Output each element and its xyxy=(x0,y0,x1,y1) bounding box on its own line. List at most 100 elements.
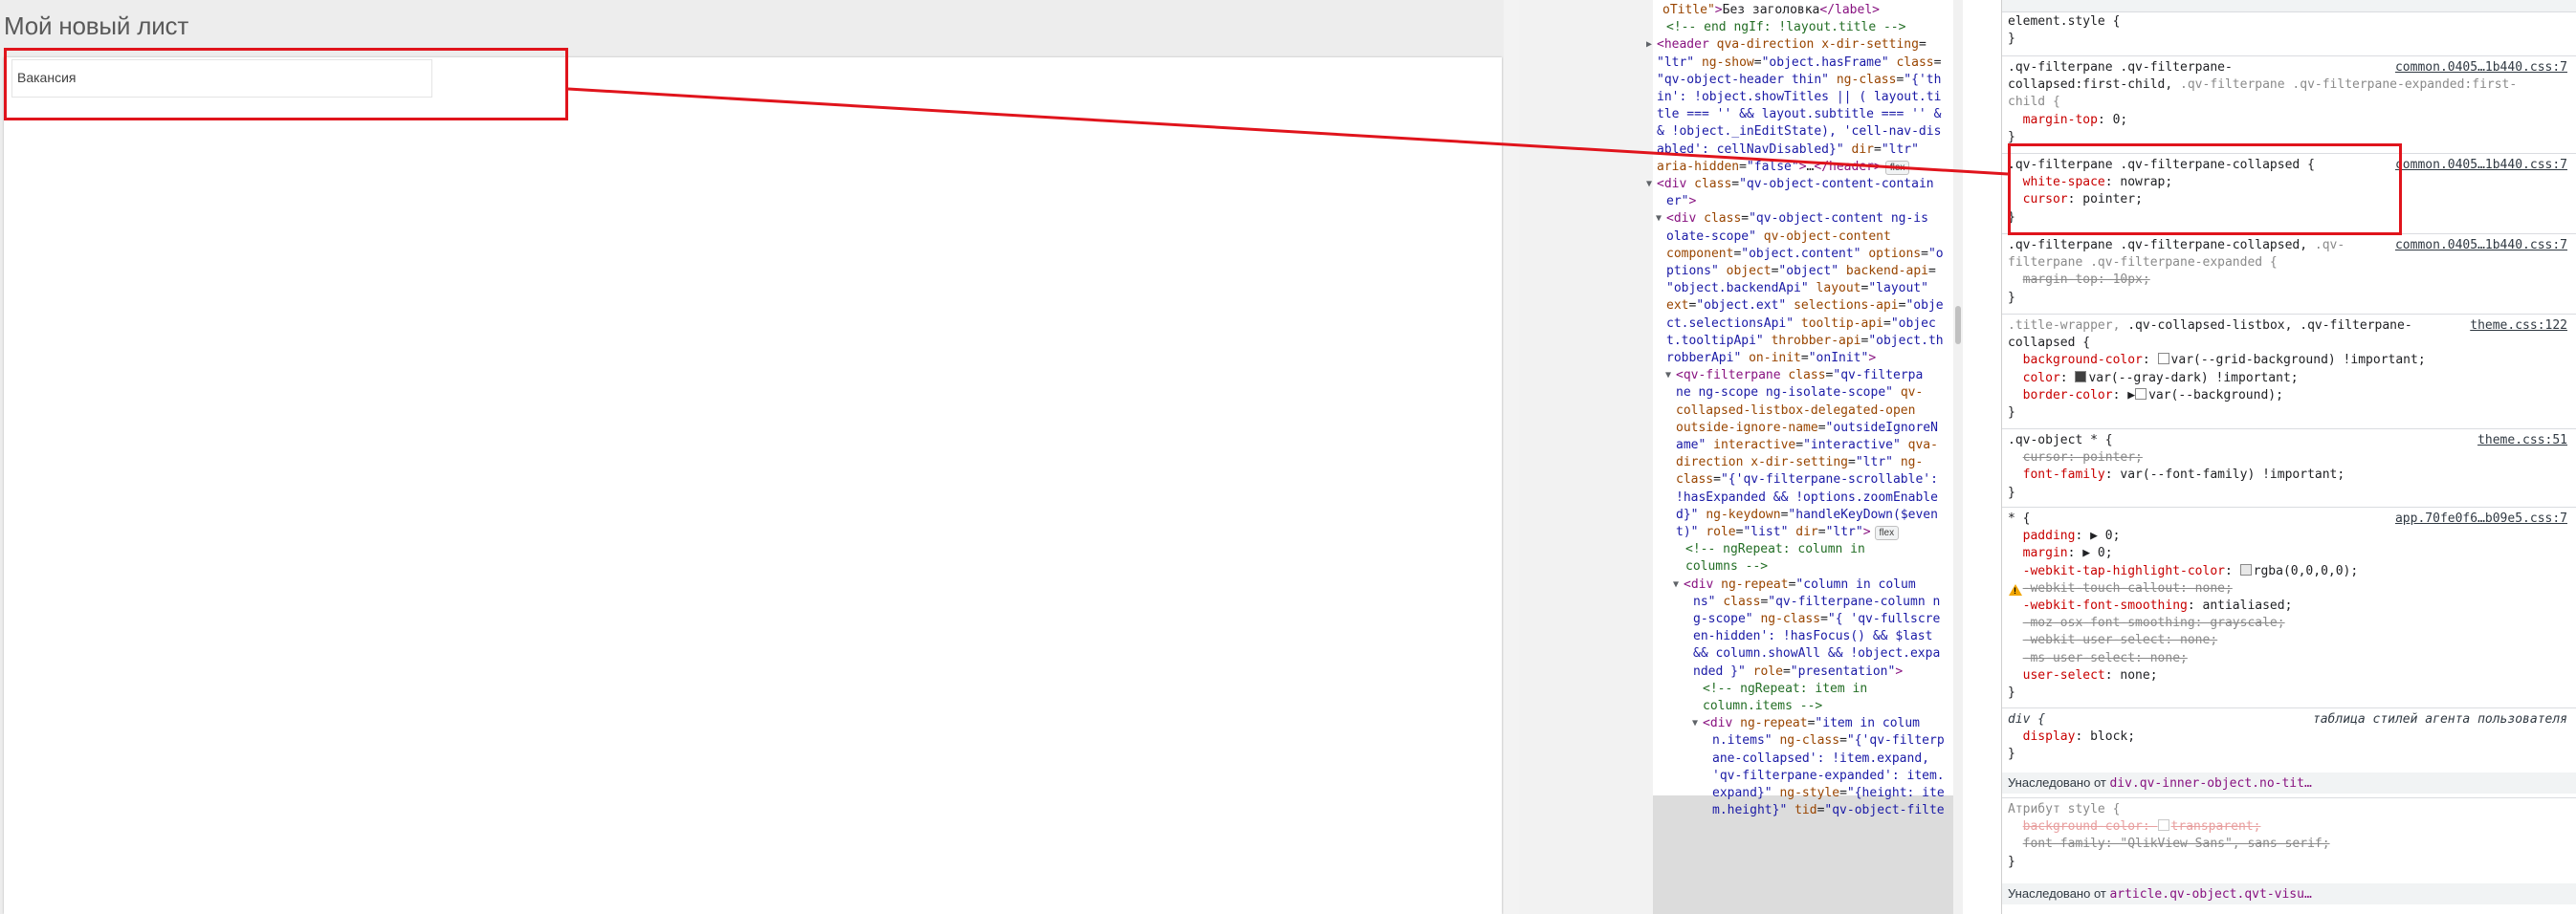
dom-scrollbar-thumb[interactable] xyxy=(1955,306,1961,344)
dom-node-line[interactable]: olate-scope" qv-object-content xyxy=(1666,228,1891,246)
dom-scrollbar[interactable] xyxy=(1953,0,1963,914)
app-scrollbar-strip[interactable] xyxy=(1504,0,1519,914)
expand-triangle-icon[interactable]: ▼ xyxy=(1665,367,1671,384)
dom-node-line[interactable]: nded }" role="presentation"> xyxy=(1693,664,1903,681)
dom-node-line[interactable]: outside-ignore-name="outsideIgnoreN xyxy=(1676,420,1938,437)
css-rule-line[interactable]: -ms-user-select: none; xyxy=(2008,650,2188,667)
css-rule-line[interactable]: -webkit-font-smoothing: antialiased; xyxy=(2008,598,2293,615)
dom-node-line[interactable]: en-hidden': !hasFocus() && $last xyxy=(1693,628,1932,645)
rule-source-link[interactable]: common.0405…1b440.css:7 xyxy=(2395,157,2567,174)
attribute-style-line[interactable]: background-color: transparent; xyxy=(2008,818,2260,836)
css-rule-line[interactable]: } xyxy=(2008,290,2015,307)
dom-node-line[interactable]: collapsed-listbox-delegated-open xyxy=(1676,403,1915,420)
dom-node-line[interactable]: <!-- end ngIf: !layout.title --> xyxy=(1666,19,1905,36)
css-rule-line[interactable]: cursor: pointer; xyxy=(2008,449,2143,467)
css-rule-line[interactable]: filterpane .qv-filterpane-expanded { xyxy=(2008,254,2278,272)
css-rule-line[interactable]: element.style { xyxy=(2008,13,2120,31)
dom-node-line[interactable]: abled': cellNavDisabled}" dir="ltr" xyxy=(1657,141,1919,159)
dom-node-line[interactable]: ct.selectionsApi" tooltip-api="objec xyxy=(1666,316,1936,333)
dom-node-line[interactable]: "qv-object-header thin" ng-class="{'th xyxy=(1657,72,1941,89)
dom-node-line[interactable]: ▼ <div ng-repeat="item in colum xyxy=(1692,715,1920,732)
dom-node-line[interactable]: t)" role="list" dir="ltr"> flex xyxy=(1676,524,1900,541)
expand-triangle-icon[interactable]: ▼ xyxy=(1692,715,1698,732)
css-rule-line[interactable]: color: var(--gray-dark) !important; xyxy=(2008,370,2299,387)
inherited-element-link[interactable]: article.qv-object.qvt-visu… xyxy=(2109,887,2311,902)
css-rule-line[interactable]: user-select: none; xyxy=(2008,667,2158,685)
dom-tree[interactable]: oTitle">Без заголовка</label> <!-- end ng… xyxy=(1646,0,1963,914)
css-rule-line[interactable]: } xyxy=(2008,746,2015,763)
rule-source-link[interactable]: theme.css:51 xyxy=(2477,432,2567,449)
expand-triangle-icon[interactable]: ▼ xyxy=(1646,176,1652,193)
dom-node-line[interactable]: "object.backendApi" layout="layout" xyxy=(1666,280,1928,297)
dom-node-line[interactable]: ▼ <div class="qv-object-content ng-is xyxy=(1656,210,1928,228)
rule-source-link[interactable]: common.0405…1b440.css:7 xyxy=(2395,237,2567,254)
dom-node-line[interactable]: ▼ <div ng-repeat="column in colum xyxy=(1673,577,1916,594)
dom-node-line[interactable]: ext="object.ext" selections-api="obje xyxy=(1666,297,1944,315)
dom-node-line[interactable]: ns" class="qv-filterpane-column n xyxy=(1693,594,1940,611)
css-rule-line[interactable]: } xyxy=(2008,485,2015,502)
css-rule-line[interactable]: .qv-object * { xyxy=(2008,432,2113,449)
css-rule-line[interactable]: -webkit-touch-callout: none; xyxy=(2008,580,2233,598)
css-rule-line[interactable]: -moz-osx-font-smoothing: grayscale; xyxy=(2008,615,2285,632)
css-rule-line[interactable]: } xyxy=(2008,31,2015,48)
dom-node-line[interactable]: oTitle">Без заголовка</label> xyxy=(1662,2,1880,19)
dom-node-line[interactable]: robberApi" on-init="onInit"> xyxy=(1666,350,1876,367)
dom-node-line[interactable]: tle === '' && layout.subtitle === '' & xyxy=(1657,106,1941,123)
flex-badge[interactable]: flex xyxy=(1874,526,1900,540)
dom-node-line[interactable]: n.items" ng-class="{'qv-filterp xyxy=(1712,732,1945,750)
rule-source-link[interactable]: theme.css:122 xyxy=(2470,317,2567,335)
dom-node-line[interactable]: ▼ <qv-filterpane class="qv-filterpa xyxy=(1665,367,1923,384)
color-swatch-icon[interactable] xyxy=(2135,387,2147,400)
dom-node-line[interactable]: er"> xyxy=(1666,193,1696,210)
css-rule-line[interactable]: margin-top: 10px; xyxy=(2008,272,2150,289)
dom-node-line[interactable]: direction x-dir-setting="ltr" ng- xyxy=(1676,454,1923,471)
dom-node-line[interactable]: class="{'qv-filterpane-scrollable': xyxy=(1676,471,1938,489)
attribute-style-line[interactable]: } xyxy=(2008,854,2015,871)
expand-triangle-icon[interactable]: ▼ xyxy=(1673,577,1679,594)
css-rule-line[interactable]: margin: ▶ 0; xyxy=(2008,545,2113,562)
dom-node-line[interactable]: d}" ng-keydown="handleKeyDown($even xyxy=(1676,507,1938,524)
inherited-element-link[interactable]: div.qv-inner-object.no-tit… xyxy=(2109,776,2311,791)
dom-node-line[interactable]: ame" interactive="interactive" qva- xyxy=(1676,437,1938,454)
dom-node-line[interactable]: & !object._inEditState), 'cell-nav-dis xyxy=(1657,123,1941,141)
css-rule-line[interactable]: font-family: var(--font-family) !importa… xyxy=(2008,467,2345,484)
sheet-canvas[interactable] xyxy=(4,57,1502,914)
attribute-style-line[interactable]: font-family: "QlikView Sans", sans-serif… xyxy=(2008,836,2330,853)
dom-node-line[interactable]: ▼ <div class="qv-object-content-contain xyxy=(1646,176,1934,193)
css-rule-line[interactable]: background-color: var(--grid-background)… xyxy=(2008,352,2426,369)
dom-node-line[interactable]: ne ng-scope ng-isolate-scope" qv- xyxy=(1676,384,1923,402)
color-swatch-icon[interactable] xyxy=(2157,353,2169,365)
dom-node-line[interactable]: expand}" ng-style="{height: ite xyxy=(1712,785,1945,802)
dom-node-line[interactable]: m.height}" tid="qv-object-filte xyxy=(1712,802,1945,819)
dom-node-line[interactable]: columns --> xyxy=(1685,558,1768,576)
css-rule-line[interactable]: collapsed { xyxy=(2008,335,2090,352)
styles-filter-bar[interactable] xyxy=(2002,0,2576,12)
css-rule-line[interactable]: div { xyxy=(2008,711,2045,729)
css-rule-line[interactable]: display: block; xyxy=(2008,729,2135,746)
dom-node-line[interactable]: <!-- ngRepeat: column in xyxy=(1685,541,1865,558)
css-rule-line[interactable]: child { xyxy=(2008,94,2060,111)
css-rule-line[interactable]: margin-top: 0; xyxy=(2008,112,2128,129)
dom-node-line[interactable]: in': !object.showTitles || ( layout.ti xyxy=(1657,89,1941,106)
css-rule-line[interactable]: .title-wrapper, .qv-collapsed-listbox, .… xyxy=(2008,317,2412,335)
dom-node-line[interactable]: <!-- ngRepeat: item in xyxy=(1703,681,1867,698)
css-rule-line[interactable]: -webkit-user-select: none; xyxy=(2008,632,2218,649)
dom-node-line[interactable]: ptions" object="object" backend-api= xyxy=(1666,263,1936,280)
rule-source-link[interactable]: app.70fe0f6…b09e5.css:7 xyxy=(2395,511,2567,528)
dom-node-line[interactable]: ▶ <header qva-direction x-dir-setting= xyxy=(1646,36,1926,54)
color-swatch-icon[interactable] xyxy=(2239,563,2252,576)
css-rule-line[interactable]: } xyxy=(2008,685,2015,702)
expand-triangle-icon[interactable]: ▼ xyxy=(1656,210,1662,228)
dom-node-line[interactable]: column.items --> xyxy=(1703,698,1822,715)
css-rule-line[interactable]: collapsed:first-child, .qv-filterpane .q… xyxy=(2008,76,2517,94)
dom-node-line[interactable]: component="object.content" options="o xyxy=(1666,246,1944,263)
color-swatch-icon[interactable] xyxy=(2075,370,2087,382)
dom-node-line[interactable]: ane-collapsed': !item.expand, xyxy=(1712,751,1929,768)
attribute-style-line[interactable]: Атрибут style { xyxy=(2008,801,2120,818)
dom-node-line[interactable]: aria-hidden="false">…</header> flex xyxy=(1657,159,1910,176)
dom-node-line[interactable]: !hasExpanded && !options.zoomEnable xyxy=(1676,490,1938,507)
dom-node-line[interactable]: g-scope" ng-class="{ 'qv-fullscre xyxy=(1693,611,1940,628)
css-rule-line[interactable]: .qv-filterpane .qv-filterpane- xyxy=(2008,59,2233,76)
css-rule-line[interactable]: border-color: ▶ var(--background); xyxy=(2008,387,2283,404)
color-swatch-icon[interactable] xyxy=(2157,819,2169,832)
